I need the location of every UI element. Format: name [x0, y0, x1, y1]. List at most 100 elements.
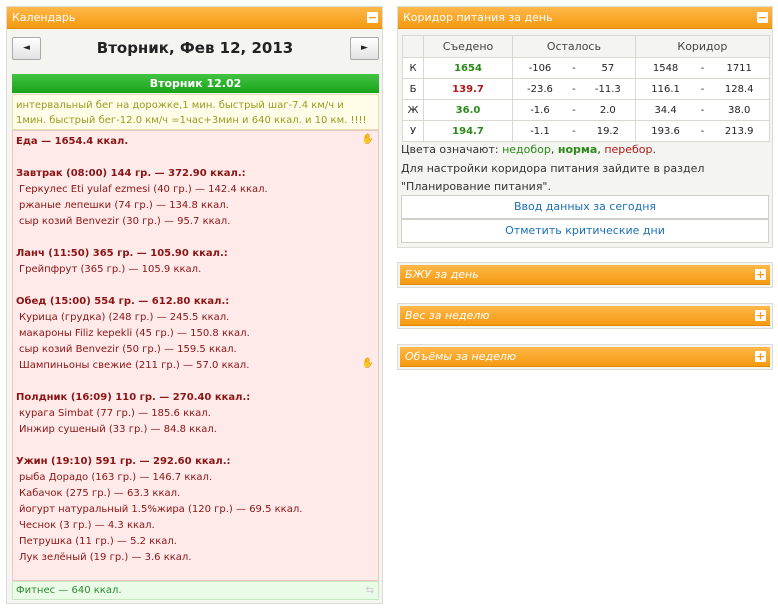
legend-under: недобор — [502, 143, 551, 156]
weight-panel: Вес за неделю + — [397, 303, 773, 329]
next-day-button[interactable]: ► — [350, 37, 379, 60]
legend-prefix: Цвета означают: — [401, 143, 499, 156]
table-row: У 194.7 -1.1-19.2 193.6-213.9 — [402, 120, 771, 142]
dash: - — [566, 57, 581, 79]
corridor-min: 1548 — [634, 57, 696, 79]
dash: - — [695, 78, 710, 100]
list-item[interactable]: Курица (грудка) (248 гр.) — 245.5 ккал. — [16, 310, 375, 326]
list-item[interactable]: курага Simbat (77 гр.) — 185.6 ккал. — [16, 406, 375, 422]
list-item[interactable]: Инжир сушеный (33 гр.) — 84.8 ккал. — [16, 422, 375, 438]
list-item[interactable]: Чеснок (3 гр.) — 4.3 ккал. — [16, 518, 375, 534]
bju-header[interactable]: БЖУ за день + — [400, 265, 770, 285]
col-header-remaining: Осталось — [512, 35, 636, 58]
expand-icon[interactable]: + — [755, 269, 766, 280]
corridor-title: Коридор питания за день — [403, 11, 553, 24]
meal-heading[interactable]: Еда — 1654.4 ккал. — [16, 134, 375, 150]
remaining-max: 2.0 — [580, 99, 636, 121]
weight-header[interactable]: Вес за неделю + — [400, 306, 770, 326]
meal-heading[interactable]: Ужин (19:10) 591 гр. — 292.60 ккал.: — [16, 454, 375, 470]
legend-comma: , — [550, 143, 555, 156]
meal-heading[interactable]: Обед (15:00) 554 гр. — 612.80 ккал.: — [16, 294, 375, 310]
volumes-header[interactable]: Объёмы за неделю + — [400, 347, 770, 367]
remaining-max: 57 — [580, 57, 636, 79]
fitness-total: Фитнес — 640 ккал. ⇆ — [12, 581, 379, 600]
list-item[interactable]: Шампиньоны свежие (211 гр.) — 57.0 ккал. — [16, 358, 375, 374]
hint-link-text: "Планирование питания". — [401, 180, 551, 193]
list-item[interactable]: сыр козий Benvezir (50 гр.) — 159.5 ккал… — [16, 342, 375, 358]
calendar-title: Календарь — [12, 11, 76, 24]
legend-norm: норма — [557, 143, 598, 156]
row-key: Ж — [402, 99, 424, 121]
meal-heading[interactable]: Полдник (16:09) 110 гр. — 270.40 ккал.: — [16, 390, 375, 406]
hint-text: Для настройки коридора питания зайдите в… — [401, 162, 705, 175]
legend-dot: . — [652, 143, 657, 156]
meals-list: ✋ ✋ Еда — 1654.4 ккал. Завтрак (08:00) 14… — [12, 130, 379, 581]
volumes-panel: Объёмы за неделю + — [397, 344, 773, 370]
legend-over: перебор — [604, 143, 653, 156]
list-item[interactable]: Петрушка (11 гр.) — 5.2 ккал. — [16, 534, 375, 550]
col-header — [402, 35, 424, 58]
weight-title: Вес за неделю — [405, 309, 490, 322]
corridor-min: 116.1 — [634, 78, 696, 100]
drag-icon[interactable]: ⇆ — [366, 584, 374, 598]
eaten-value: 36.0 — [423, 99, 513, 121]
volumes-title: Объёмы за неделю — [405, 350, 517, 363]
collapse-icon[interactable]: − — [757, 12, 768, 23]
calendar-header[interactable]: Календарь − — [7, 7, 382, 29]
corridor-max: 213.9 — [709, 120, 771, 142]
remaining-min: -1.6 — [511, 99, 567, 121]
list-item[interactable]: Грейпфрут (365 гр.) — 105.9 ккал. — [16, 262, 375, 278]
dash: - — [695, 99, 710, 121]
corridor-max: 38.0 — [709, 99, 771, 121]
expand-icon[interactable]: + — [755, 351, 766, 362]
table-header-row: Съедено Осталось Коридор — [402, 35, 771, 58]
remaining-min: -23.6 — [511, 78, 567, 100]
dash: - — [695, 57, 710, 79]
expand-icon[interactable]: + — [755, 310, 766, 321]
list-item[interactable]: Лук зелёный (19 гр.) — 3.6 ккал. — [16, 550, 375, 566]
dash: - — [566, 99, 581, 121]
col-header-eaten: Съедено — [423, 35, 513, 58]
list-item[interactable]: рыба Дорадо (163 гр.) — 146.7 ккал. — [16, 470, 375, 486]
current-date: Вторник, Фев 12, 2013 — [96, 39, 294, 57]
corridor-min: 193.6 — [634, 120, 696, 142]
table-row: К 1654 -106-57 1548-1711 — [402, 57, 771, 79]
list-item[interactable]: макароны Filiz kepekli (45 гр.) — 150.8 … — [16, 326, 375, 342]
row-key: Б — [402, 78, 424, 100]
meal-heading[interactable]: Завтрак (08:00) 144 гр. — 372.90 ккал.: — [16, 166, 375, 182]
row-key: У — [402, 120, 424, 142]
fitness-text: Фитнес — 640 ккал. — [16, 585, 122, 596]
corridor-max: 128.4 — [709, 78, 771, 100]
corridor-min: 34.4 — [634, 99, 696, 121]
dash: - — [695, 120, 710, 142]
remaining-max: 19.2 — [580, 120, 636, 142]
enter-today-button[interactable]: Ввод данных за сегодня — [401, 195, 769, 219]
bju-title: БЖУ за день — [405, 268, 479, 281]
day-note[interactable]: интервальный бег на дорожке,1 мин. быстр… — [12, 94, 379, 130]
eaten-value: 139.7 — [423, 78, 513, 100]
list-item[interactable]: Кабачок (275 гр.) — 63.3 ккал. — [16, 486, 375, 502]
table-row: Б 139.7 -23.6- -11.3 116.1-128.4 — [402, 78, 771, 100]
list-item[interactable]: сыр козий Benvezir (30 гр.) — 95.7 ккал. — [16, 214, 375, 230]
col-header-corridor: Коридор — [634, 35, 771, 58]
meal-heading[interactable]: Ланч (11:50) 365 гр. — 105.90 ккал.: — [16, 246, 375, 262]
list-item[interactable]: ржаные лепешки (74 гр.) — 134.8 ккал. — [16, 198, 375, 214]
collapse-icon[interactable]: − — [367, 12, 378, 23]
prev-day-button[interactable]: ◄ — [12, 37, 41, 60]
dash: - — [566, 78, 581, 100]
day-label: Вторник 12.02 — [12, 74, 379, 93]
corridor-header[interactable]: Коридор питания за день − — [398, 7, 772, 29]
mark-critical-days-button[interactable]: Отметить критические дни — [401, 219, 769, 243]
corridor-table: Съедено Осталось Коридор К 1654 -106-57 154… — [402, 35, 771, 142]
eaten-value: 194.7 — [423, 120, 513, 142]
drag-icon[interactable]: ✋ — [362, 134, 374, 145]
list-item[interactable]: йогурт натуральный 1.5%жира (120 гр.) — … — [16, 502, 375, 518]
bju-panel: БЖУ за день + — [397, 262, 773, 288]
list-item[interactable]: Геркулес Eti yulaf ezmesi (40 гр.) — 142… — [16, 182, 375, 198]
drag-icon[interactable]: ✋ — [362, 358, 374, 369]
color-legend: Цвета означают: недобор, норма, перебор. — [401, 143, 656, 156]
